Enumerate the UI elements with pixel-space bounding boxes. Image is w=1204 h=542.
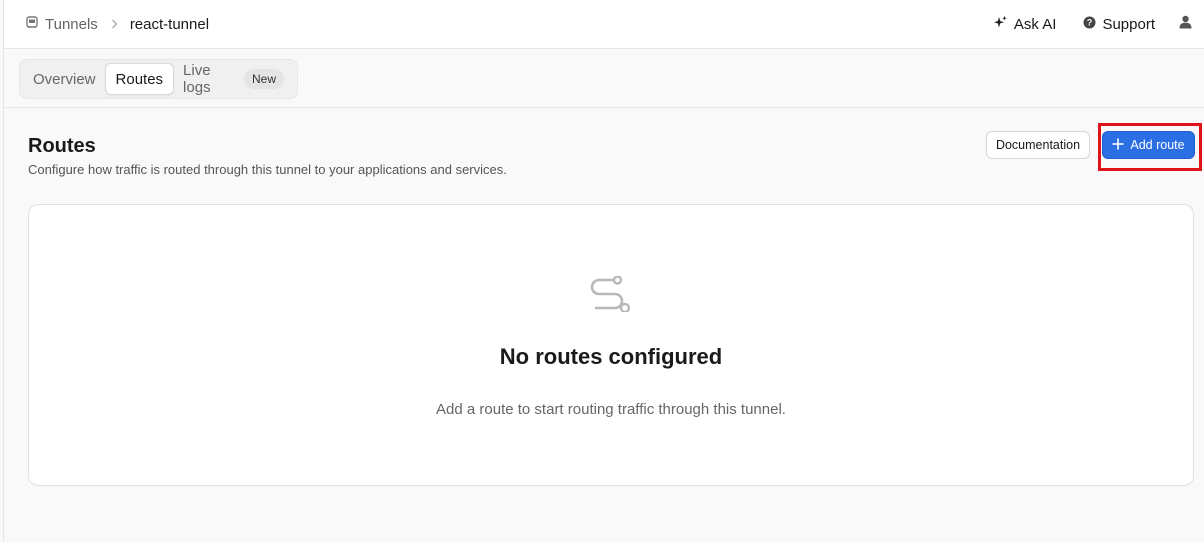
routes-empty-state: No routes configured Add a route to star… <box>28 204 1194 486</box>
route-icon <box>590 275 632 317</box>
sparkle-icon <box>993 15 1014 34</box>
help-circle-icon: ? <box>1083 16 1102 33</box>
empty-state-title: No routes configured <box>499 344 723 369</box>
breadcrumb-current: react-tunnel <box>129 15 210 33</box>
tab-list: Overview Routes Live logs New <box>19 59 298 99</box>
add-route-button[interactable]: Add route <box>1102 131 1195 159</box>
tab-live-logs[interactable]: Live logs New <box>174 62 293 96</box>
support-button[interactable]: ? Support <box>1083 16 1155 33</box>
plus-icon <box>1112 138 1130 153</box>
breadcrumb-tunnels-link[interactable]: Tunnels <box>26 16 98 33</box>
tab-overview[interactable]: Overview <box>24 63 105 95</box>
empty-state-description: Add a route to start routing traffic thr… <box>436 401 786 418</box>
svg-text:?: ? <box>1087 17 1093 27</box>
tunnel-icon <box>26 15 45 33</box>
user-menu-button[interactable] <box>1179 15 1192 33</box>
support-label: Support <box>1102 15 1155 33</box>
chevron-right-icon <box>111 19 118 29</box>
tab-routes[interactable]: Routes <box>104 63 175 95</box>
page-description: Configure how traffic is routed through … <box>28 162 507 177</box>
ask-ai-button[interactable]: Ask AI <box>993 15 1057 34</box>
add-route-label: Add route <box>1130 138 1185 152</box>
documentation-button[interactable]: Documentation <box>986 131 1090 159</box>
user-icon <box>1179 15 1192 33</box>
ask-ai-label: Ask AI <box>1013 15 1057 33</box>
breadcrumb-tunnels-label: Tunnels <box>45 15 98 33</box>
top-bar: Tunnels react-tunnel Ask AI ? Support <box>4 0 1204 49</box>
tab-live-logs-label: Live logs <box>183 62 211 96</box>
new-badge: New <box>243 69 284 89</box>
page-title: Routes <box>28 135 96 157</box>
tab-bar: Overview Routes Live logs New <box>4 50 1204 108</box>
breadcrumb: Tunnels react-tunnel <box>4 16 209 33</box>
